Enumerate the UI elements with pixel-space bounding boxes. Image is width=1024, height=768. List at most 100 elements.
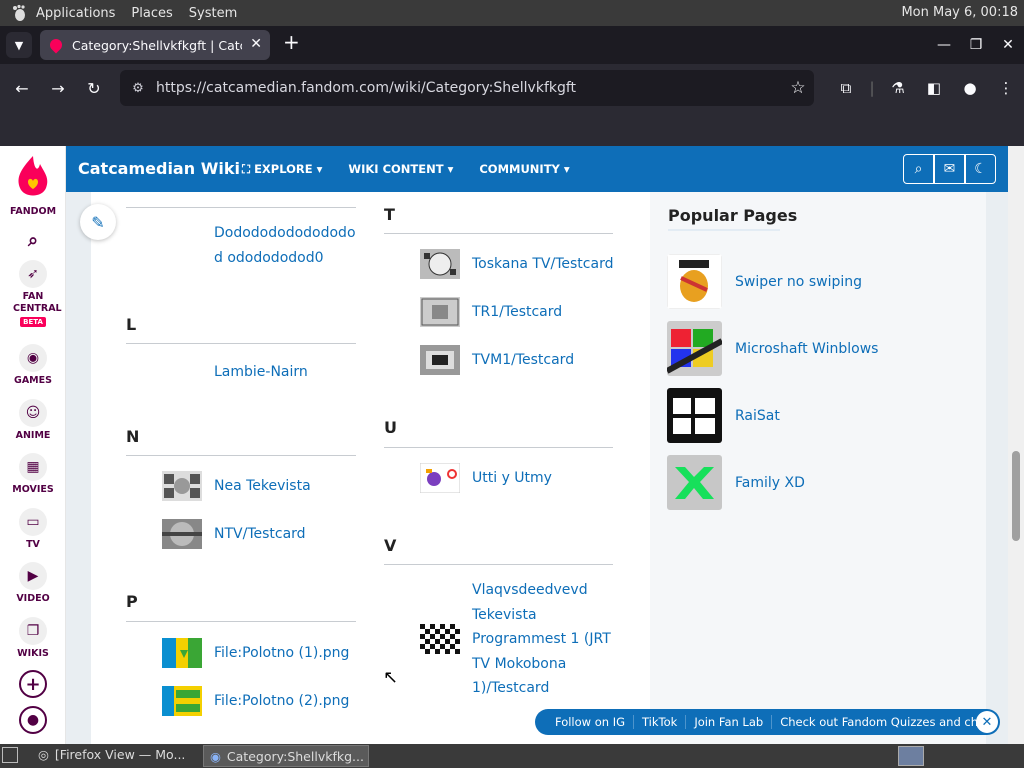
discussions-icon[interactable]: ✉ [934, 154, 965, 184]
thumbnail-placeholder [162, 357, 202, 387]
tab-list-button[interactable]: ▼ [6, 32, 32, 58]
play-icon: ▶ [19, 562, 47, 590]
bookmark-star-icon[interactable]: ☆ [782, 78, 814, 98]
testcard-thumbnail [420, 297, 460, 327]
rail-search[interactable]: ⌕ [0, 226, 66, 257]
menu-kebab-icon[interactable]: ⋮ [988, 79, 1024, 97]
category-member[interactable]: File:Polotno (2).png [162, 686, 349, 716]
rail-create[interactable]: + [0, 670, 66, 701]
fan-lab-link[interactable]: Join Fan Lab [686, 715, 773, 729]
workspace-switcher-icon[interactable] [898, 746, 924, 766]
popular-page-item[interactable]: Family XD [667, 455, 805, 510]
category-member[interactable]: TVM1/Testcard [420, 345, 574, 375]
nav-community-label: COMMUNITY [479, 162, 560, 176]
scrollbar-thumb[interactable] [1012, 451, 1020, 541]
rail-account[interactable]: ● [0, 706, 66, 737]
labs-flask-icon[interactable]: ⚗ [880, 79, 916, 97]
restore-icon[interactable]: ❐ [960, 26, 992, 64]
category-member-link[interactable]: TR1/Testcard [472, 300, 562, 325]
rail-movies[interactable]: ▦ MOVIES [0, 453, 66, 495]
category-member[interactable]: Nea Tekevista [162, 471, 311, 501]
popular-page-link[interactable]: Family XD [735, 475, 805, 491]
category-member[interactable]: Utti y Utmy [420, 463, 552, 493]
category-member-link[interactable]: Nea Tekevista [214, 474, 311, 499]
popular-page-item[interactable]: Microshaft Winblows [667, 321, 878, 376]
tiktok-link[interactable]: TikTok [634, 715, 687, 729]
menu-system[interactable]: System [189, 6, 237, 21]
rail-wikis[interactable]: ❐ WIKIS [0, 617, 66, 659]
show-desktop-icon[interactable] [2, 747, 18, 763]
taskbar-item-active-window[interactable]: ◉ Category:Shellvkfkg... [203, 745, 369, 767]
account-icon[interactable]: ● [952, 79, 988, 97]
quizzes-link[interactable]: Check out Fandom Quizzes and cha [772, 715, 993, 729]
popular-page-item[interactable]: Swiper no swiping [667, 254, 862, 309]
rail-tv[interactable]: ▭ TV [0, 508, 66, 550]
rail-video[interactable]: ▶ VIDEO [0, 562, 66, 604]
nav-wiki-content[interactable]: WIKI CONTENT ▾ [348, 162, 453, 177]
rail-games[interactable]: ◉ GAMES [0, 344, 66, 386]
rail-anime[interactable]: ☺ ANIME [0, 399, 66, 441]
menu-places[interactable]: Places [131, 6, 172, 21]
page-scrollbar[interactable] [1008, 146, 1024, 744]
forward-arrow-icon[interactable]: → [46, 76, 70, 100]
category-member-link[interactable]: NTV/Testcard [214, 522, 306, 547]
category-member[interactable]: TR1/Testcard [420, 297, 562, 327]
site-info-icon[interactable]: ⚙ [120, 81, 156, 96]
category-member-link[interactable]: Lambie-Nairn [214, 360, 308, 385]
address-bar[interactable]: ⚙ https://catcamedian.fandom.com/wiki/Ca… [120, 70, 814, 106]
firefox-icon: ◎ [38, 747, 49, 762]
category-member[interactable]: Lambie-Nairn [162, 357, 308, 387]
user-icon[interactable]: ● [19, 706, 47, 734]
popular-page-link[interactable]: RaiSat [735, 408, 780, 424]
url-text[interactable]: https://catcamedian.fandom.com/wiki/Cate… [156, 80, 782, 96]
rail-fan-central[interactable]: ➶ FAN CENTRAL BETA [0, 260, 66, 327]
category-member-link[interactable]: TVM1/Testcard [472, 348, 574, 373]
gnome-foot-icon[interactable] [10, 4, 28, 22]
category-member[interactable]: Dodododododododod ododododod0 [162, 221, 362, 270]
rail-wikis-label: WIKIS [17, 648, 49, 659]
sidebar-icon[interactable]: ◧ [916, 79, 952, 97]
search-icon[interactable]: ⌕ [903, 154, 934, 184]
category-member-link[interactable]: Toskana TV/Testcard [472, 252, 613, 277]
category-member[interactable]: File:Polotno (1).png [162, 638, 349, 668]
wiki-name[interactable]: Catcamedian Wiki [78, 159, 240, 178]
category-member-link[interactable]: File:Polotno (2).png [214, 689, 349, 714]
edit-pencil-icon[interactable]: ✎ [80, 204, 116, 240]
plus-circle-icon[interactable]: + [19, 670, 47, 698]
category-member[interactable]: Toskana TV/Testcard [420, 249, 613, 279]
category-member-link[interactable]: Vlaqvsdeedvevd Tekevista Programmest 1 (… [472, 578, 612, 701]
category-member[interactable]: Vlaqvsdeedvevd Tekevista Programmest 1 (… [420, 578, 620, 701]
category-member-link[interactable]: File:Polotno (1).png [214, 641, 349, 666]
fandom-favicon-icon [47, 36, 65, 54]
category-member-link[interactable]: Dodododododododod ododododod0 [214, 221, 362, 270]
menu-applications[interactable]: Applications [36, 6, 115, 21]
extensions-icon[interactable]: ⧉ [828, 79, 864, 97]
nav-explore[interactable]: ⛶ EXPLORE ▾ [242, 162, 322, 177]
category-member[interactable]: NTV/Testcard [162, 519, 306, 549]
category-member-link[interactable]: Utti y Utmy [472, 466, 552, 491]
section-letter-p: P [126, 592, 138, 611]
popular-page-thumbnail [667, 321, 722, 376]
close-window-icon[interactable]: ✕ [992, 26, 1024, 64]
taskbar-item-label: Category:Shellvkfkg... [226, 748, 364, 764]
popular-page-link[interactable]: Swiper no swiping [735, 274, 862, 290]
taskbar-item-firefox-view[interactable]: ◎ [Firefox View — Mo... [38, 747, 185, 762]
reload-icon[interactable]: ↻ [82, 76, 106, 100]
dark-mode-moon-icon[interactable]: ☾ [965, 154, 996, 184]
close-tab-icon[interactable]: ✕ [250, 36, 262, 52]
nav-community[interactable]: COMMUNITY ▾ [479, 162, 569, 177]
back-arrow-icon[interactable]: ← [10, 76, 34, 100]
popular-page-link[interactable]: Microshaft Winblows [735, 341, 878, 357]
close-icon[interactable]: ✕ [976, 711, 998, 733]
system-clock[interactable]: Mon May 6, 00:18 [901, 5, 1018, 20]
popular-page-item[interactable]: RaiSat [667, 388, 780, 443]
section-divider [126, 455, 356, 456]
follow-ig-link[interactable]: Follow on IG [547, 715, 635, 729]
fandom-logo-icon[interactable] [16, 154, 50, 200]
browser-tab-active[interactable]: Category:Shellvkfkgft | Catca ✕ [40, 30, 270, 60]
search-icon[interactable]: ⌕ [19, 226, 47, 254]
section-letter-n: N [126, 427, 140, 446]
minimize-icon[interactable]: — [928, 26, 960, 64]
new-tab-button[interactable]: + [283, 30, 300, 54]
fandom-logo-label[interactable]: FANDOM [0, 206, 66, 217]
